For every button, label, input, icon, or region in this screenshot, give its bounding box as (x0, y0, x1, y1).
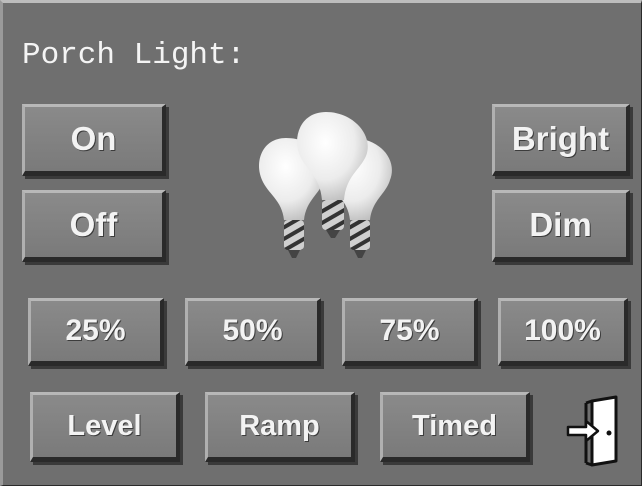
bright-button[interactable]: Bright (492, 104, 630, 176)
level-100-button[interactable]: 100% (498, 298, 628, 366)
level-75-button[interactable]: 75% (342, 298, 478, 366)
dim-button[interactable]: Dim (492, 190, 630, 262)
on-button[interactable]: On (22, 104, 166, 176)
light-bulbs-icon (259, 112, 392, 258)
ramp-button[interactable]: Ramp (205, 392, 355, 462)
off-button[interactable]: Off (22, 190, 166, 262)
level-50-button[interactable]: 50% (185, 298, 321, 366)
level-25-button[interactable]: 25% (28, 298, 164, 366)
timed-button[interactable]: Timed (380, 392, 530, 462)
level-button[interactable]: Level (30, 392, 180, 462)
device-title: Porch Light: (22, 38, 246, 73)
exit-door-icon[interactable] (566, 395, 626, 467)
